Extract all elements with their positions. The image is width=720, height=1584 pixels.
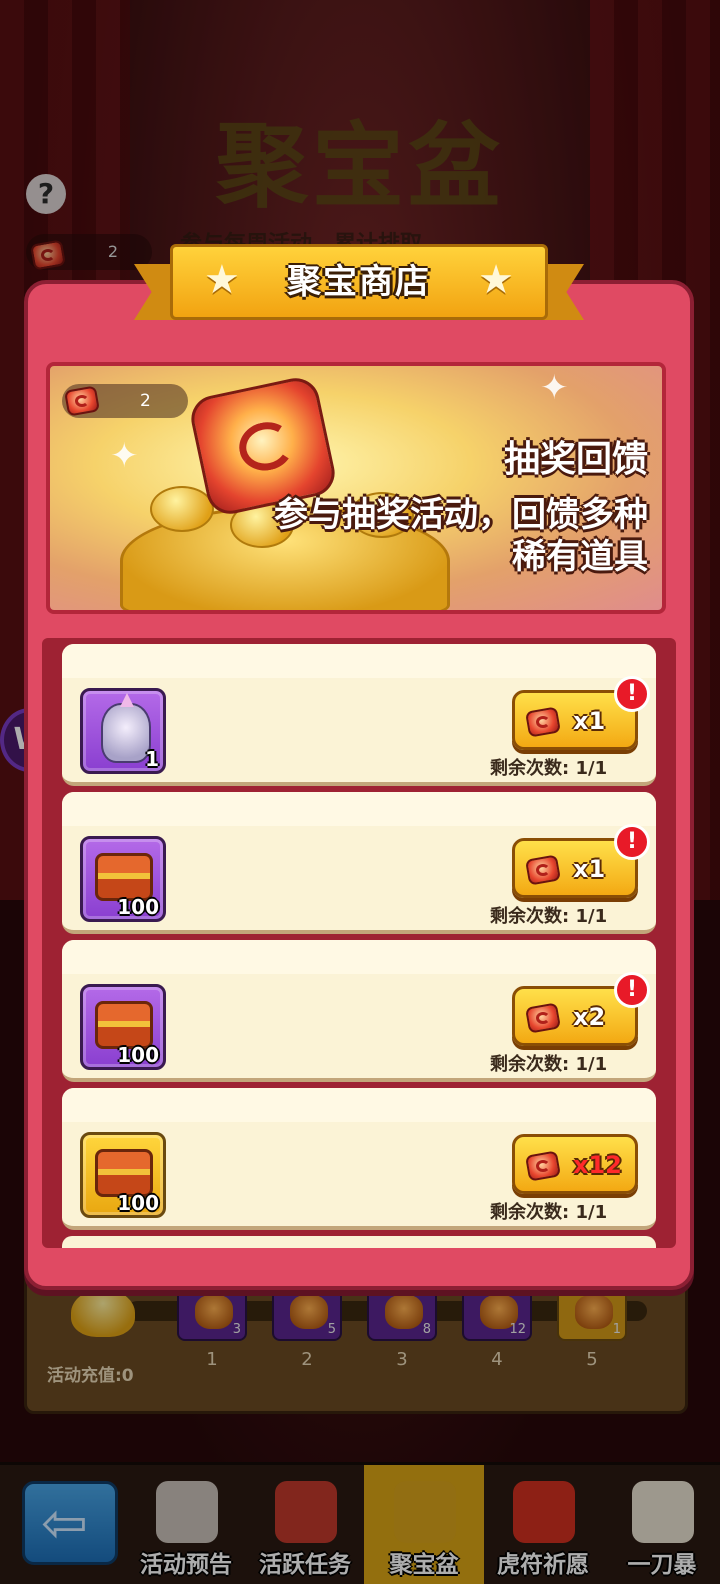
alert-badge-icon: ! [614,824,650,860]
treasure-chest-icon [95,1149,153,1197]
row-header-strip [62,1088,656,1122]
shop-item-row: 100 x2! 剩余次数: 1/1 [62,940,656,1082]
shop-item-list[interactable]: 1 x1! 剩余次数: 1/1 100 x1! 剩余次数: 1/1 100 x2! 剩余次数: … [62,644,656,1242]
modal-title: 聚宝商店 [287,262,431,302]
gem-count: 2 [140,391,151,411]
remaining-count: 剩余次数: 1/1 [490,758,608,779]
gem-icon [523,851,563,887]
price-label: x1 [573,855,606,883]
row-header-strip [62,792,656,826]
shop-item-row: 1 x1! 剩余次数: 1/1 [62,644,656,786]
price-label: x2 [573,1003,606,1031]
banner-description-line1: 参与抽奖活动，回馈多种 [274,495,648,535]
price-label: x1 [573,707,606,735]
remaining-count: 剩余次数: 1/1 [490,1054,608,1075]
item-icon-box[interactable]: 100 [80,836,166,922]
lottery-banner: ✦ ✦ 2 抽奖回馈 参与抽奖活动，回馈多种 稀有道具 [46,362,666,614]
item-quantity: 100 [117,1043,159,1067]
row-header-strip [62,644,656,678]
treasure-chest-icon [95,1001,153,1049]
item-quantity: 1 [145,747,159,771]
item-icon-box[interactable]: 1 [80,688,166,774]
banner-gem-counter: 2 [62,384,188,418]
alert-badge-icon: ! [614,972,650,1008]
treasure-chest-icon [95,853,153,901]
price-label: x12 [573,1151,622,1179]
banner-headline: 抽奖回馈 [503,439,648,480]
item-quantity: 100 [117,1191,159,1215]
gem-icon [62,382,102,418]
banner-description: 参与抽奖活动，回馈多种 稀有道具 [178,494,648,578]
modal-title-ribbon: ★ ★ 聚宝商店 [134,238,584,324]
gem-icon [523,999,563,1035]
alert-badge-icon: ! [614,676,650,712]
shop-item-row: 100 x12 剩余次数: 1/1 [62,1088,656,1230]
item-icon-box[interactable]: 100 [80,984,166,1070]
sparkle-icon: ✦ [540,368,569,408]
remaining-count: 剩余次数: 1/1 [490,1202,608,1223]
remaining-count: 剩余次数: 1/1 [490,906,608,927]
gem-icon [523,1147,563,1183]
shop-item-row: 100 x1! 剩余次数: 1/1 [62,792,656,934]
list-next-row-edge [62,1236,656,1248]
item-quantity: 100 [117,895,159,919]
banner-description-line2: 稀有道具 [512,537,648,577]
unicorn-icon [101,693,151,763]
sparkle-icon: ✦ [110,436,139,476]
gem-icon [523,703,563,739]
item-icon-box[interactable]: 100 [80,1132,166,1218]
buy-button[interactable]: x12 [512,1134,638,1194]
row-header-strip [62,940,656,974]
